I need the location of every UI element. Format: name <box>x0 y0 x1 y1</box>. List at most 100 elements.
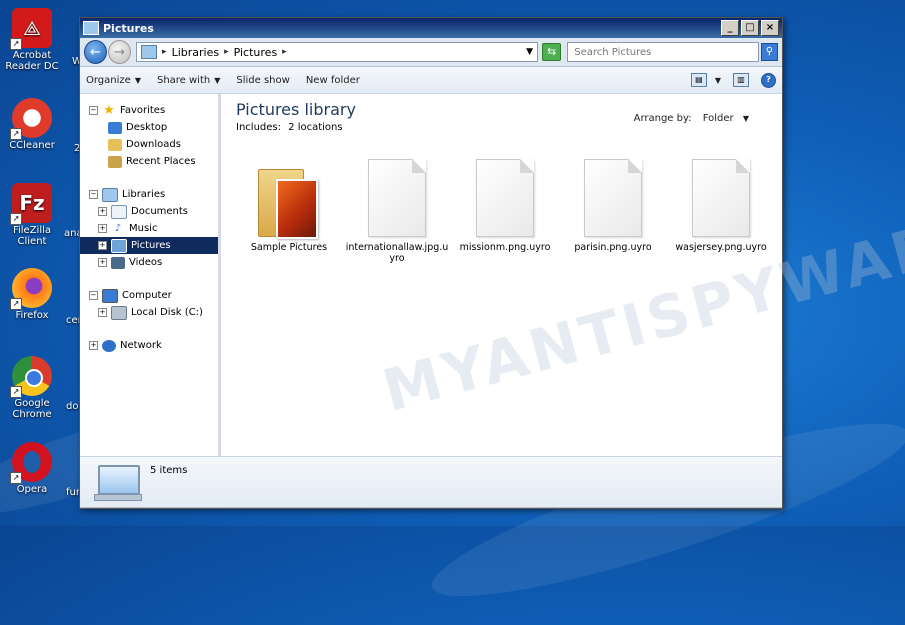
refresh-icon: ⇆ <box>547 45 557 58</box>
nav-label: Computer <box>122 290 172 301</box>
collapse-icon[interactable]: − <box>89 291 98 300</box>
chevron-right-icon[interactable]: ▸ <box>162 47 167 57</box>
folder-icon <box>258 165 320 239</box>
desktop-icon-ccleaner[interactable]: ↗ CCleaner <box>0 98 64 151</box>
file-name: internationallaw.jpg.uyro <box>345 242 449 264</box>
preview-pane-icon[interactable]: ▥ <box>733 73 749 87</box>
blank-file-icon <box>692 159 750 237</box>
search-box[interactable] <box>567 42 759 62</box>
nav-network[interactable]: + Network <box>80 337 218 354</box>
expand-icon[interactable]: + <box>89 341 98 350</box>
nav-libraries[interactable]: − Libraries <box>80 186 218 203</box>
navigation-pane: − ★ Favorites Desktop Downloads Recent P… <box>80 94 221 456</box>
nav-documents[interactable]: + Documents <box>80 203 218 220</box>
file-item[interactable]: wasjersey.png.uyro <box>667 152 775 264</box>
title-bar[interactable]: Pictures _ □ × <box>80 18 782 38</box>
refresh-button[interactable]: ⇆ <box>542 43 562 61</box>
nav-computer[interactable]: − Computer <box>80 287 218 304</box>
back-button[interactable]: ← <box>84 40 108 64</box>
videos-icon <box>111 256 125 269</box>
documents-icon <box>111 204 127 219</box>
expand-icon[interactable]: + <box>98 207 107 216</box>
firefox-icon: ↗ <box>10 268 52 310</box>
nav-label: Music <box>129 223 158 234</box>
nav-pictures[interactable]: + Pictures <box>80 237 218 254</box>
recent-places-icon <box>108 155 122 168</box>
search-input[interactable] <box>572 45 747 59</box>
desktop-icon-opera[interactable]: ↗ Opera <box>0 442 64 495</box>
music-icon: ♪ <box>114 222 122 234</box>
computer-icon <box>102 288 118 303</box>
nav-favorites[interactable]: − ★ Favorites <box>80 102 218 119</box>
nav-recent-places[interactable]: Recent Places <box>80 153 218 170</box>
nav-downloads[interactable]: Downloads <box>80 136 218 153</box>
collapse-icon[interactable]: − <box>89 106 98 115</box>
file-name: parisin.png.uyro <box>574 242 652 253</box>
window-title: Pictures <box>103 21 154 35</box>
address-bar-row: ← → ▸ Libraries ▸ Pictures ▸ ▼ ⇆ ⚲ <box>80 38 782 67</box>
desktop-icon-firefox[interactable]: ↗ Firefox <box>0 268 64 321</box>
close-button[interactable]: × <box>761 20 779 36</box>
expand-icon[interactable]: + <box>98 258 107 267</box>
nav-videos[interactable]: + Videos <box>80 254 218 271</box>
breadcrumb-libraries[interactable]: Libraries <box>172 46 220 59</box>
breadcrumb-pictures[interactable]: Pictures <box>234 46 278 59</box>
expand-icon[interactable]: + <box>98 308 107 317</box>
desktop-partial-label: fur <box>66 487 80 498</box>
maximize-button[interactable]: □ <box>741 20 759 36</box>
network-icon <box>102 339 116 352</box>
desktop-icon-chrome[interactable]: ↗ Google Chrome <box>0 356 64 420</box>
file-item[interactable]: missionm.png.uyro <box>451 152 559 264</box>
desktop-icon-acrobat[interactable]: ⟁ ↗ Acrobat Reader DC <box>0 8 64 72</box>
locations-link[interactable]: 2 locations <box>288 122 342 133</box>
chevron-right-icon[interactable]: ▸ <box>282 47 287 57</box>
back-arrow-icon: ← <box>90 44 101 60</box>
nav-label: Favorites <box>120 105 166 116</box>
nav-music[interactable]: + ♪ Music <box>80 220 218 237</box>
forward-arrow-icon: → <box>114 44 125 60</box>
file-list-pane: Pictures library Includes: 2 locations A… <box>221 94 905 456</box>
expand-icon[interactable]: + <box>98 224 107 233</box>
forward-button[interactable]: → <box>108 40 132 64</box>
file-name: Sample Pictures <box>250 242 328 253</box>
file-item[interactable]: internationallaw.jpg.uyro <box>343 152 451 264</box>
arrange-by-dropdown[interactable]: Folder <box>703 113 734 124</box>
view-dropdown-icon[interactable]: ▼ <box>715 76 721 85</box>
desktop-icon-label: Acrobat Reader DC <box>5 50 59 72</box>
arrange-by-label: Arrange by: <box>633 113 692 124</box>
folder-icon <box>83 21 99 35</box>
address-dropdown-icon[interactable]: ▼ <box>526 47 533 57</box>
organize-button[interactable]: Organize ▼ <box>86 75 141 86</box>
nav-label: Local Disk (C:) <box>131 307 203 318</box>
share-with-label: Share with <box>156 74 211 86</box>
organize-label: Organize <box>86 74 131 86</box>
search-icon[interactable]: ⚲ <box>760 43 778 61</box>
address-bar[interactable]: ▸ Libraries ▸ Pictures ▸ ▼ <box>136 42 539 62</box>
nav-local-disk[interactable]: + Local Disk (C:) <box>80 304 218 321</box>
new-folder-button[interactable]: New folder <box>306 75 360 86</box>
library-icon <box>141 45 158 59</box>
file-name: missionm.png.uyro <box>459 242 551 253</box>
libraries-icon <box>102 187 118 202</box>
expand-icon[interactable]: + <box>98 241 107 250</box>
share-with-button[interactable]: Share with ▼ <box>157 75 220 86</box>
arrange-by: Arrange by: Folder ▼ <box>634 113 749 124</box>
minimize-button[interactable]: _ <box>721 20 739 36</box>
nav-label: Videos <box>129 257 163 268</box>
collapse-icon[interactable]: − <box>89 190 98 199</box>
command-bar: Organize ▼ Share with ▼ Slide show New fol… <box>80 67 782 94</box>
includes-label: Includes: <box>236 122 281 133</box>
view-options-icon[interactable]: ▤ <box>690 73 707 87</box>
nav-desktop[interactable]: Desktop <box>80 119 218 136</box>
file-name: wasjersey.png.uyro <box>675 242 767 253</box>
details-pane: 5 items <box>80 456 782 507</box>
file-item-folder[interactable]: Sample Pictures <box>235 152 343 264</box>
desktop-icon-filezilla[interactable]: Fz ↗ FileZilla Client <box>0 183 64 247</box>
dropdown-arrow-icon[interactable]: ▼ <box>743 114 749 123</box>
dropdown-arrow-icon: ▼ <box>214 75 221 85</box>
desktop-icon-label: Firefox <box>15 310 49 321</box>
slide-show-button[interactable]: Slide show <box>236 75 289 86</box>
chevron-right-icon[interactable]: ▸ <box>224 47 229 57</box>
file-item[interactable]: parisin.png.uyro <box>559 152 667 264</box>
help-icon[interactable]: ? <box>761 72 776 88</box>
